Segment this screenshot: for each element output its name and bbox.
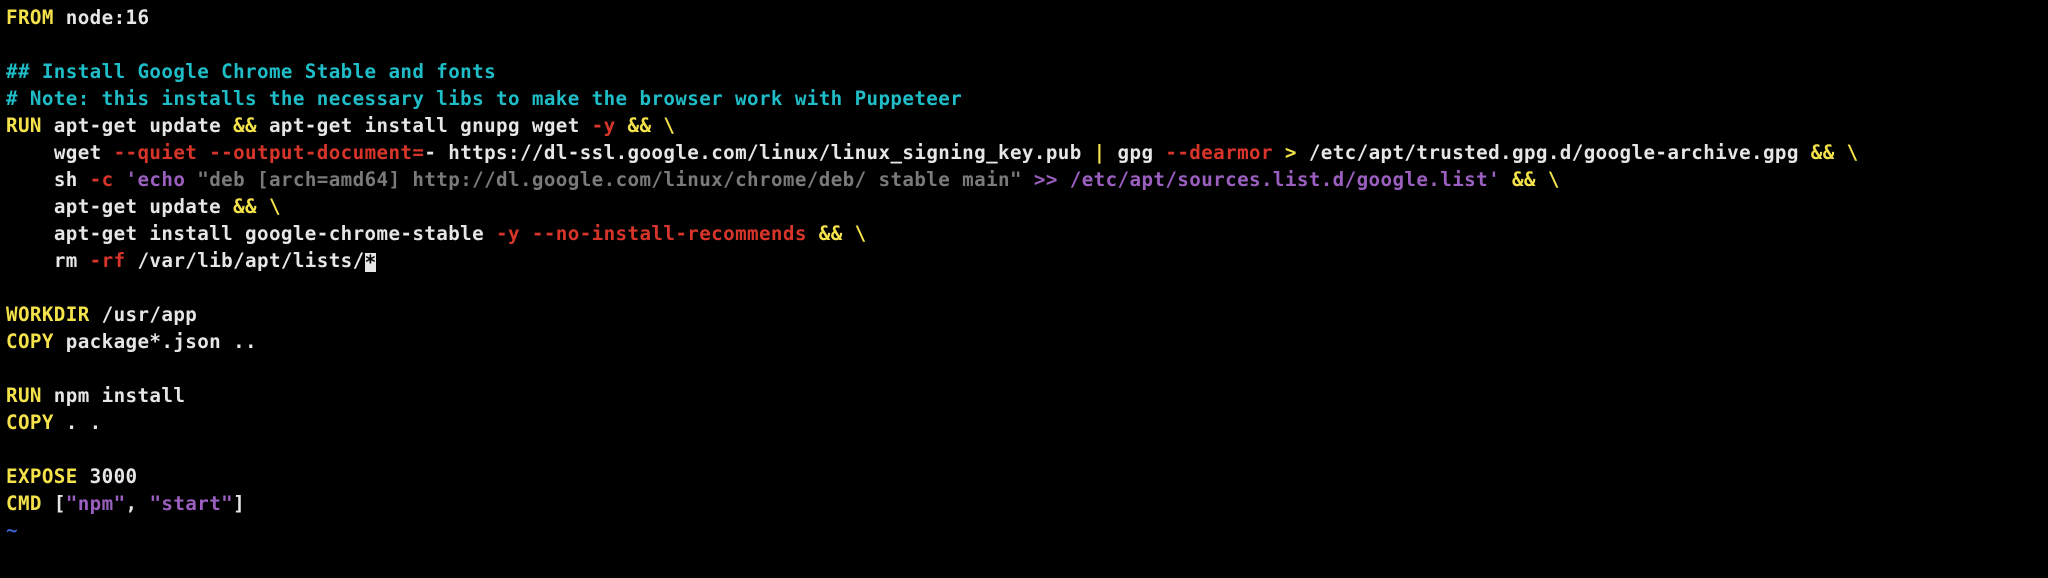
flag-y-1: -y bbox=[592, 114, 616, 137]
cmd-npm: "npm" bbox=[66, 492, 126, 515]
comment-line-2: # Note: this installs the necessary libs… bbox=[6, 87, 962, 110]
sp bbox=[807, 222, 819, 245]
gpg-path: /etc/apt/trusted.gpg.d/google-archive.gp… bbox=[1309, 141, 1811, 164]
rm-path: /var/lib/apt/lists/ bbox=[126, 249, 365, 272]
wget-rest: - https://dl-ssl.google.com/linux/linux_… bbox=[424, 141, 1093, 164]
indent bbox=[6, 168, 54, 191]
bracket-open: [ bbox=[54, 492, 66, 515]
run1-b: apt-get install gnupg wget bbox=[257, 114, 592, 137]
apt-install-chrome: apt-get install google-chrome-stable bbox=[54, 222, 496, 245]
cmd-start: "start" bbox=[149, 492, 233, 515]
comma: , bbox=[126, 492, 150, 515]
kw-run-2: RUN bbox=[6, 384, 42, 407]
kw-cmd: CMD bbox=[6, 492, 42, 515]
indent bbox=[6, 141, 54, 164]
flag-rf: -rf bbox=[90, 249, 126, 272]
rm-cmd: rm bbox=[54, 249, 90, 272]
kw-expose: EXPOSE bbox=[6, 465, 78, 488]
sp bbox=[42, 492, 54, 515]
sh-echo: echo bbox=[137, 168, 197, 191]
line-cont: \ bbox=[257, 195, 281, 218]
op-amp: && bbox=[1512, 168, 1536, 191]
redir-gt: > bbox=[1273, 141, 1309, 164]
op-amp: && bbox=[628, 114, 652, 137]
flag-no-install-recommends: --no-install-recommends bbox=[532, 222, 807, 245]
flag-dearmor: --dearmor bbox=[1165, 141, 1273, 164]
cursor: * bbox=[365, 253, 377, 272]
run1-a: apt-get update bbox=[42, 114, 233, 137]
gpg-cmd: gpg bbox=[1106, 141, 1166, 164]
comment-line-1: ## Install Google Chrome Stable and font… bbox=[6, 60, 496, 83]
bracket-close: ] bbox=[233, 492, 245, 515]
vim-tilde: ~ bbox=[6, 519, 18, 542]
dockerfile-code[interactable]: FROM node:16 ## Install Google Chrome St… bbox=[0, 0, 2048, 548]
sp bbox=[197, 141, 209, 164]
sp bbox=[520, 222, 532, 245]
flag-quiet: --quiet bbox=[114, 141, 198, 164]
kw-from: FROM bbox=[6, 6, 54, 29]
line-cont: \ bbox=[1536, 168, 1560, 191]
workdir-value: /usr/app bbox=[90, 303, 198, 326]
sh-dquote: "deb [arch=amd64] http://dl.google.com/l… bbox=[197, 168, 1022, 191]
sq-open: ' bbox=[114, 168, 138, 191]
flag-y-2: -y bbox=[496, 222, 520, 245]
sh-cmd: sh bbox=[54, 168, 90, 191]
kw-copy-2: COPY bbox=[6, 411, 54, 434]
sh-redir: >> /etc/apt/sources.list.d/google.list bbox=[1022, 168, 1488, 191]
expose-value: 3000 bbox=[78, 465, 138, 488]
from-value: node:16 bbox=[54, 6, 150, 29]
line-cont: \ bbox=[843, 222, 867, 245]
indent bbox=[6, 222, 54, 245]
indent bbox=[6, 195, 54, 218]
sp bbox=[616, 114, 628, 137]
sq-close: ' bbox=[1488, 168, 1500, 191]
pipe: | bbox=[1094, 141, 1106, 164]
line-cont: \ bbox=[651, 114, 675, 137]
wget-cmd: wget bbox=[54, 141, 114, 164]
op-amp: && bbox=[233, 195, 257, 218]
flag-output-document: --output-document= bbox=[209, 141, 424, 164]
copy2-value: . . bbox=[54, 411, 102, 434]
kw-copy-1: COPY bbox=[6, 330, 54, 353]
flag-c: -c bbox=[90, 168, 114, 191]
indent bbox=[6, 249, 54, 272]
op-amp: && bbox=[819, 222, 843, 245]
run2-value: npm install bbox=[42, 384, 185, 407]
line-cont: \ bbox=[1835, 141, 1859, 164]
sp bbox=[1500, 168, 1512, 191]
kw-run-1: RUN bbox=[6, 114, 42, 137]
op-amp: && bbox=[1811, 141, 1835, 164]
kw-workdir: WORKDIR bbox=[6, 303, 90, 326]
apt-update: apt-get update bbox=[54, 195, 233, 218]
copy1-value: package*.json .. bbox=[54, 330, 257, 353]
op-amp: && bbox=[233, 114, 257, 137]
